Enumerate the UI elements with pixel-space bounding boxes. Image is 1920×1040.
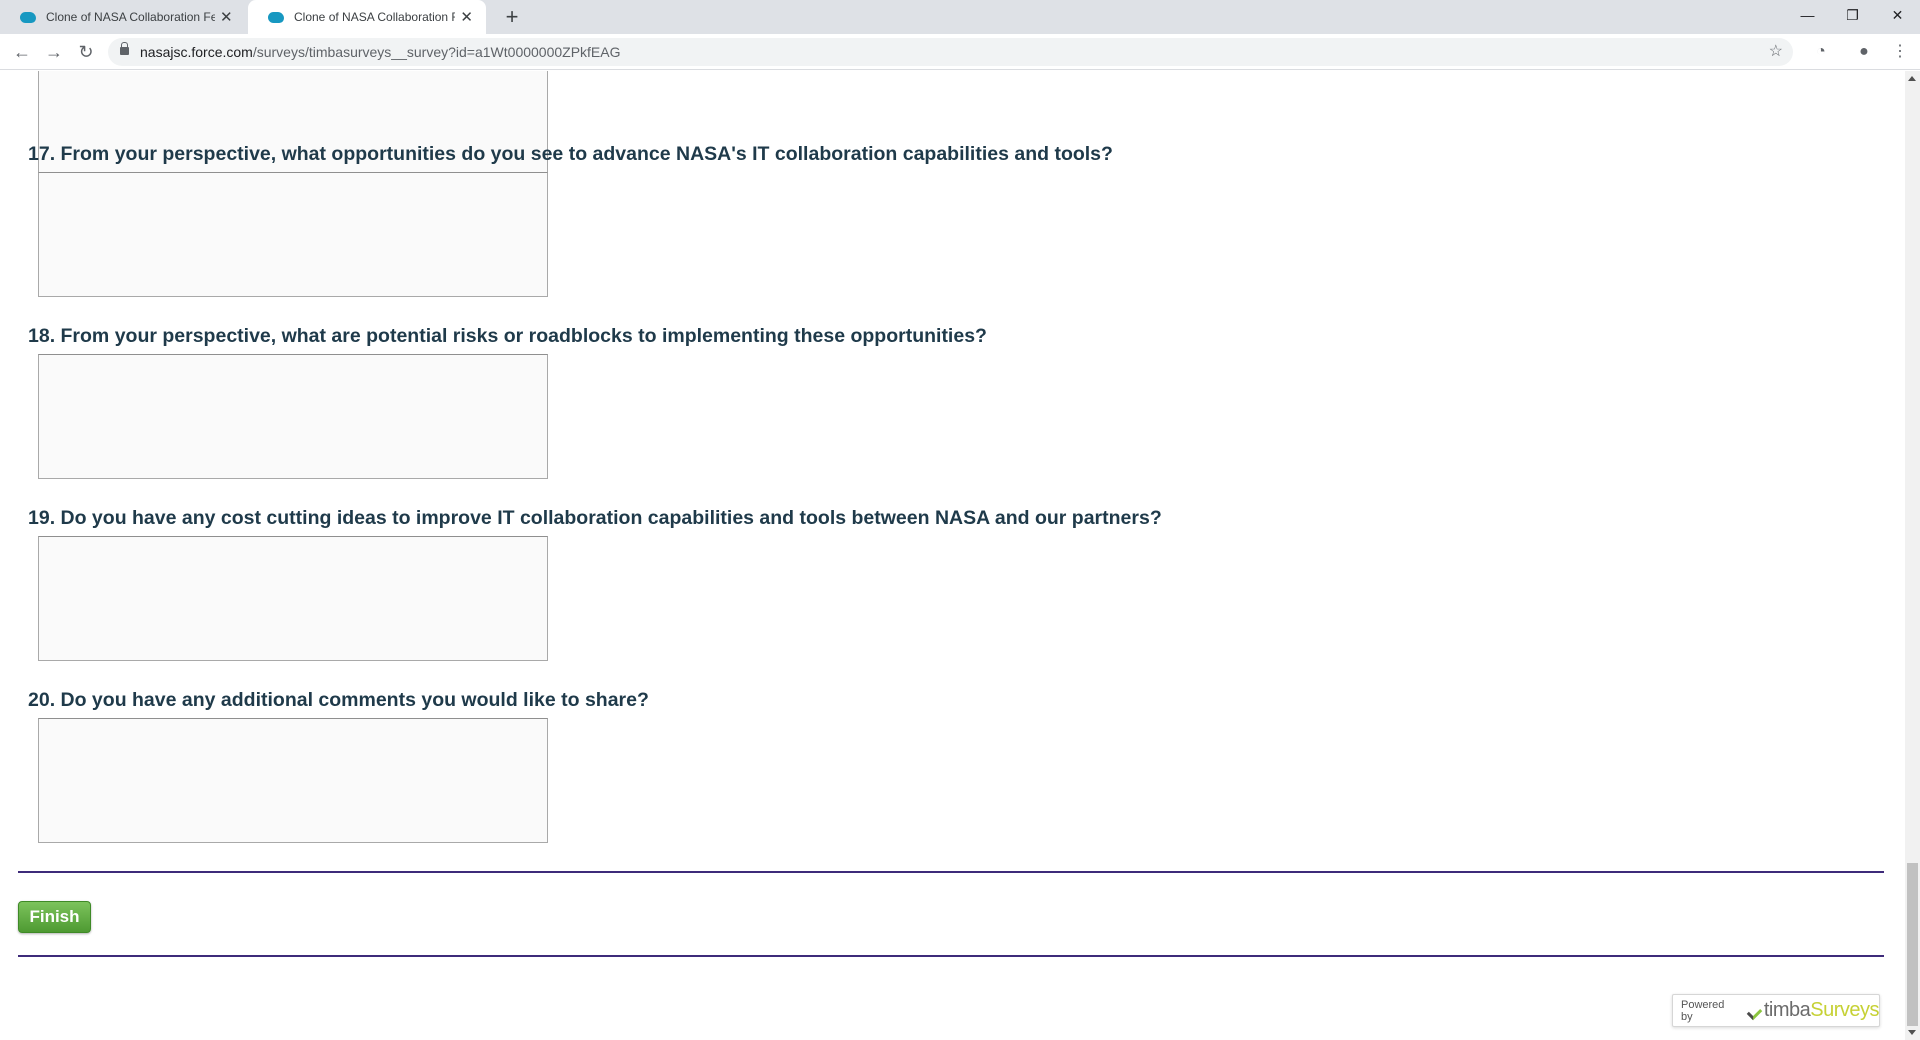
- section-divider-bottom: [18, 955, 1884, 957]
- browser-tab-1[interactable]: Clone of NASA Collaboration Fee ✕: [0, 0, 246, 34]
- answer-textarea-20[interactable]: [38, 718, 548, 843]
- tab-title: Clone of NASA Collaboration Fee: [46, 10, 215, 24]
- back-arrow-icon[interactable]: ←: [8, 38, 36, 66]
- question-19-label: 19. Do you have any cost cutting ideas t…: [28, 507, 1162, 529]
- restore-icon[interactable]: ❐: [1830, 0, 1875, 30]
- url-host: nasajsc.force.com: [140, 44, 253, 60]
- timba-checkmark-icon: [1747, 1004, 1761, 1018]
- profile-avatar-icon[interactable]: ●: [1850, 38, 1878, 66]
- scroll-down-arrow-icon[interactable]: [1908, 1030, 1916, 1035]
- brand-name-part1: timba: [1763, 999, 1811, 1021]
- url-path: /surveys/timbasurveys__survey?id=a1Wt000…: [252, 44, 621, 60]
- close-window-icon[interactable]: ✕: [1875, 0, 1920, 30]
- bookmark-star-icon[interactable]: ☆: [1769, 38, 1783, 66]
- forward-arrow-icon[interactable]: →: [40, 38, 68, 66]
- powered-by-badge[interactable]: Powered by timba Surveys: [1672, 994, 1880, 1027]
- tab-bar: Clone of NASA Collaboration Fee ✕ Clone …: [0, 0, 1920, 34]
- extension-icon[interactable]: ◔: [1807, 38, 1835, 66]
- reload-icon[interactable]: ↻: [72, 38, 100, 66]
- url-text[interactable]: nasajsc.force.com/surveys/timbasurveys__…: [140, 38, 621, 66]
- browser-tab-2[interactable]: Clone of NASA Collaboration Fee ✕: [248, 0, 486, 34]
- answer-textarea-19[interactable]: [38, 536, 548, 661]
- answer-textarea-18[interactable]: [38, 354, 548, 479]
- minimize-icon[interactable]: —: [1785, 0, 1830, 30]
- scroll-thumb[interactable]: [1907, 863, 1918, 1026]
- section-divider-top: [18, 871, 1884, 873]
- question-17-label: 17. From your perspective, what opportun…: [28, 143, 1113, 165]
- question-20-label: 20. Do you have any additional comments …: [28, 689, 649, 711]
- answer-textarea-17[interactable]: [38, 172, 548, 297]
- window-controls: — ❐ ✕: [1785, 0, 1920, 30]
- browser-toolbar: ← → ↻ nasajsc.force.com/surveys/timbasur…: [0, 34, 1920, 70]
- salesforce-cloud-icon: [20, 11, 36, 23]
- salesforce-cloud-icon: [268, 11, 284, 23]
- address-bar[interactable]: nasajsc.force.com/surveys/timbasurveys__…: [108, 38, 1793, 66]
- scroll-up-arrow-icon[interactable]: [1908, 76, 1916, 81]
- question-18-label: 18. From your perspective, what are pote…: [28, 325, 987, 347]
- close-tab-icon[interactable]: ✕: [219, 8, 234, 26]
- new-tab-icon[interactable]: +: [498, 3, 526, 31]
- powered-by-label: Powered by: [1681, 998, 1725, 1023]
- finish-button[interactable]: Finish: [18, 901, 91, 933]
- page-content: 17. From your perspective, what opportun…: [0, 71, 1905, 1040]
- close-tab-icon[interactable]: ✕: [459, 8, 474, 26]
- vertical-scrollbar[interactable]: [1905, 71, 1920, 1040]
- tab-title: Clone of NASA Collaboration Fee: [294, 10, 456, 24]
- lock-icon: [120, 42, 129, 55]
- brand-name-part2: Surveys: [1810, 999, 1879, 1021]
- menu-kebab-icon[interactable]: ⋮: [1886, 38, 1914, 66]
- answer-textarea-16[interactable]: [38, 71, 548, 186]
